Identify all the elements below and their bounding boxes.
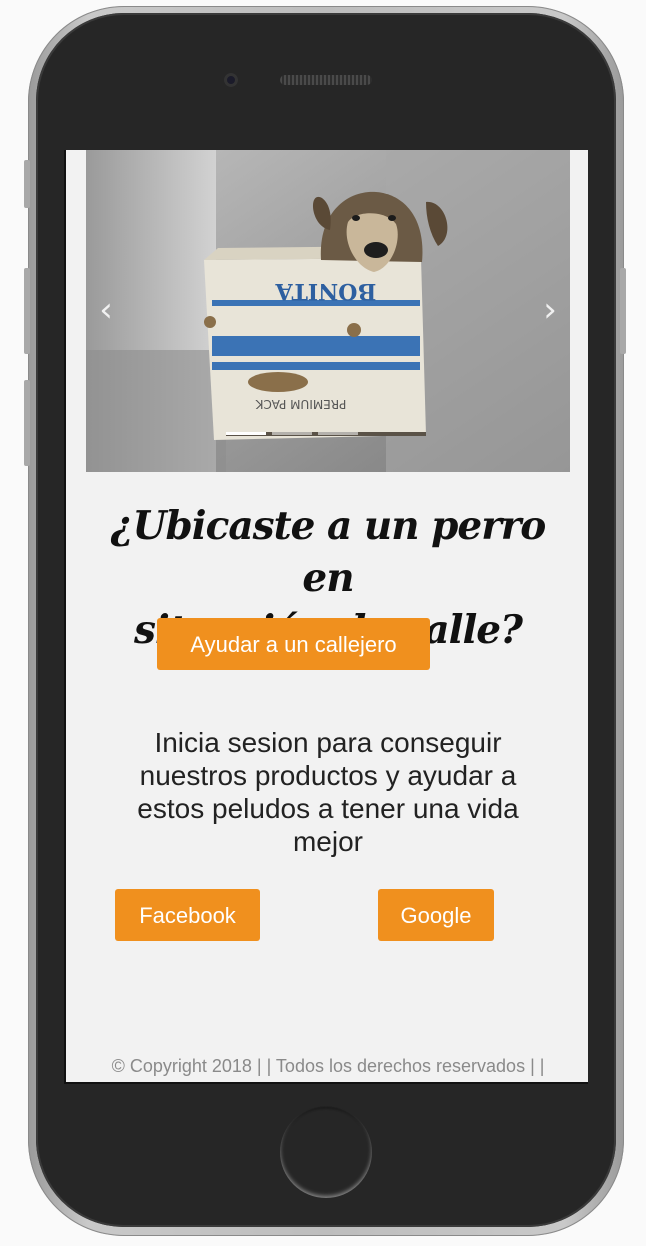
- volume-down-button: [24, 380, 30, 466]
- volume-up-button: [24, 268, 30, 354]
- box-brand-text: BONITA: [275, 278, 377, 304]
- headline-line-1: ¿Ubicaste a un perro en: [110, 503, 547, 601]
- footer-copyright: © Copyright 2018 | | Todos los derechos …: [111, 1056, 545, 1076]
- chevron-left-icon: ‹: [99, 290, 113, 330]
- phone-screen: BONITA PREMIUM PACK ‹ › ¿Ubicaste a un p…: [64, 150, 588, 1084]
- image-carousel[interactable]: BONITA PREMIUM PACK ‹ ›: [86, 150, 570, 472]
- power-button: [620, 268, 626, 354]
- facebook-login-button[interactable]: Facebook: [115, 889, 260, 941]
- carousel-indicator[interactable]: [226, 432, 266, 435]
- carousel-next-button[interactable]: ›: [530, 290, 570, 330]
- home-button[interactable]: [280, 1106, 372, 1198]
- help-stray-dog-button[interactable]: Ayudar a un callejero: [157, 618, 430, 670]
- carousel-indicators: [226, 432, 358, 435]
- login-prompt-text: Inicia sesion para conseguir nuestros pr…: [137, 727, 519, 857]
- mute-switch: [24, 160, 30, 208]
- carousel-slide-image: BONITA PREMIUM PACK: [86, 150, 570, 472]
- chevron-right-icon: ›: [543, 290, 557, 330]
- carousel-indicator[interactable]: [272, 432, 312, 435]
- carousel-prev-button[interactable]: ‹: [86, 290, 126, 330]
- front-camera: [224, 73, 238, 87]
- box-pack-text: PREMIUM PACK: [255, 397, 347, 411]
- google-login-button[interactable]: Google: [378, 889, 494, 941]
- carousel-indicator[interactable]: [318, 432, 358, 435]
- earpiece-speaker: [280, 75, 372, 85]
